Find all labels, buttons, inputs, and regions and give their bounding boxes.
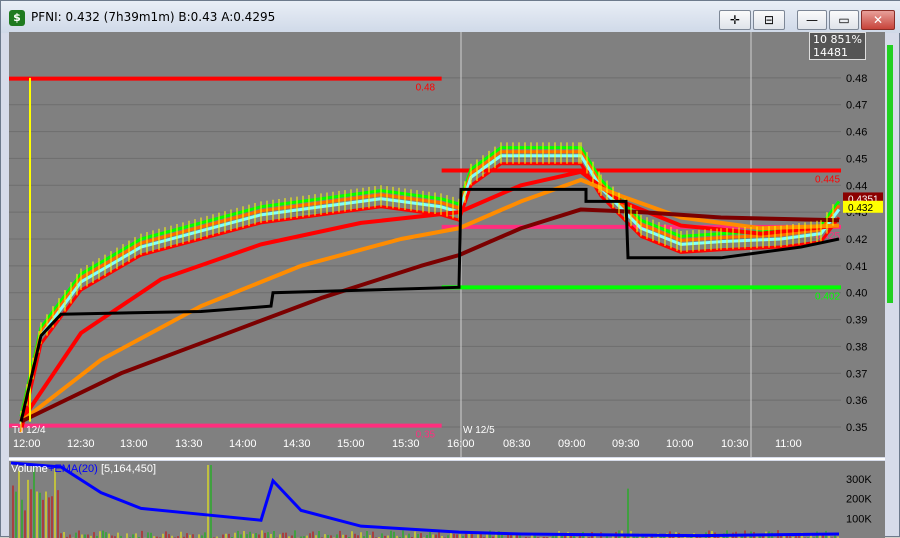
time-label: 16:00 — [447, 438, 475, 450]
volume-tick-label: 200K — [846, 494, 872, 506]
chart-window: $ PFNI: 0.432 (7h39m1m) B:0.43 A:0.4295 … — [0, 0, 900, 538]
time-label: 08:30 — [503, 438, 531, 450]
volume-tick-label: 100K — [846, 513, 872, 525]
zoom-readout: 10 851% 14481 — [809, 32, 866, 60]
price-tick-label: 0.47 — [846, 100, 867, 112]
price-tick-label: 0.38 — [846, 341, 867, 353]
dollar-icon: $ — [9, 10, 25, 26]
zoom-prefix: 10 — [813, 33, 827, 46]
time-label: 10:00 — [666, 438, 694, 450]
crosshair-button[interactable]: ✛ — [719, 10, 751, 30]
price-tick-label: 0.37 — [846, 368, 867, 380]
level-label: 0.445 — [815, 175, 840, 186]
price-tick-label: 0.45 — [846, 153, 867, 165]
price-tick-label: 0.39 — [846, 315, 867, 327]
scroll-indicator[interactable] — [887, 45, 893, 303]
price-chart[interactable]: 0.480.4450.4250.4020.35 0.480.470.460.45… — [1, 31, 900, 538]
time-label: 12:30 — [67, 438, 95, 450]
maximize-button[interactable]: ▭ — [829, 10, 859, 30]
level-label: 0.402 — [815, 291, 840, 302]
level-label: 0.48 — [416, 83, 436, 94]
close-button[interactable]: ✕ — [861, 10, 895, 30]
volume-ema-label: +EMA(20) — [48, 463, 98, 475]
zoom-percent: 851% — [830, 33, 862, 46]
tick-count: 14481 — [813, 46, 848, 59]
day-label: W 12/5 — [463, 425, 495, 436]
window-title: PFNI: 0.432 (7h39m1m) B:0.43 A:0.4295 — [31, 10, 276, 24]
price-tick-label: 0.48 — [846, 73, 867, 85]
price-tick-label: 0.40 — [846, 288, 867, 300]
day-label: Tu 12/4 — [12, 425, 46, 436]
price-tick-label: 0.44 — [846, 180, 867, 192]
title-bar[interactable]: $ PFNI: 0.432 (7h39m1m) B:0.43 A:0.4295 … — [1, 1, 900, 33]
price-tick-label: 0.42 — [846, 234, 867, 246]
time-label: 15:30 — [392, 438, 420, 450]
price-tick-label: 0.41 — [846, 261, 867, 273]
volume-ema-value: [5,164,450] — [101, 463, 156, 475]
time-label: 09:30 — [612, 438, 640, 450]
time-label: 09:00 — [558, 438, 586, 450]
time-label: 10:30 — [721, 438, 749, 450]
volume-tick-label: 300K — [846, 474, 872, 486]
time-label: 14:30 — [283, 438, 311, 450]
time-label: 13:30 — [175, 438, 203, 450]
time-label: 12:00 — [13, 438, 41, 450]
price-tick-label: 0.35 — [846, 422, 867, 434]
time-label: 13:00 — [120, 438, 148, 450]
volume-legend: Volume — [11, 463, 48, 475]
time-label: 15:00 — [337, 438, 365, 450]
pin-button[interactable]: ⊟ — [753, 10, 785, 30]
price-tag-label: 0.432 — [848, 203, 873, 214]
time-label: 14:00 — [229, 438, 257, 450]
price-tick-label: 0.46 — [846, 127, 867, 139]
price-tick-label: 0.36 — [846, 395, 867, 407]
minimize-button[interactable]: — — [797, 10, 827, 30]
time-label: 11:00 — [775, 438, 802, 450]
